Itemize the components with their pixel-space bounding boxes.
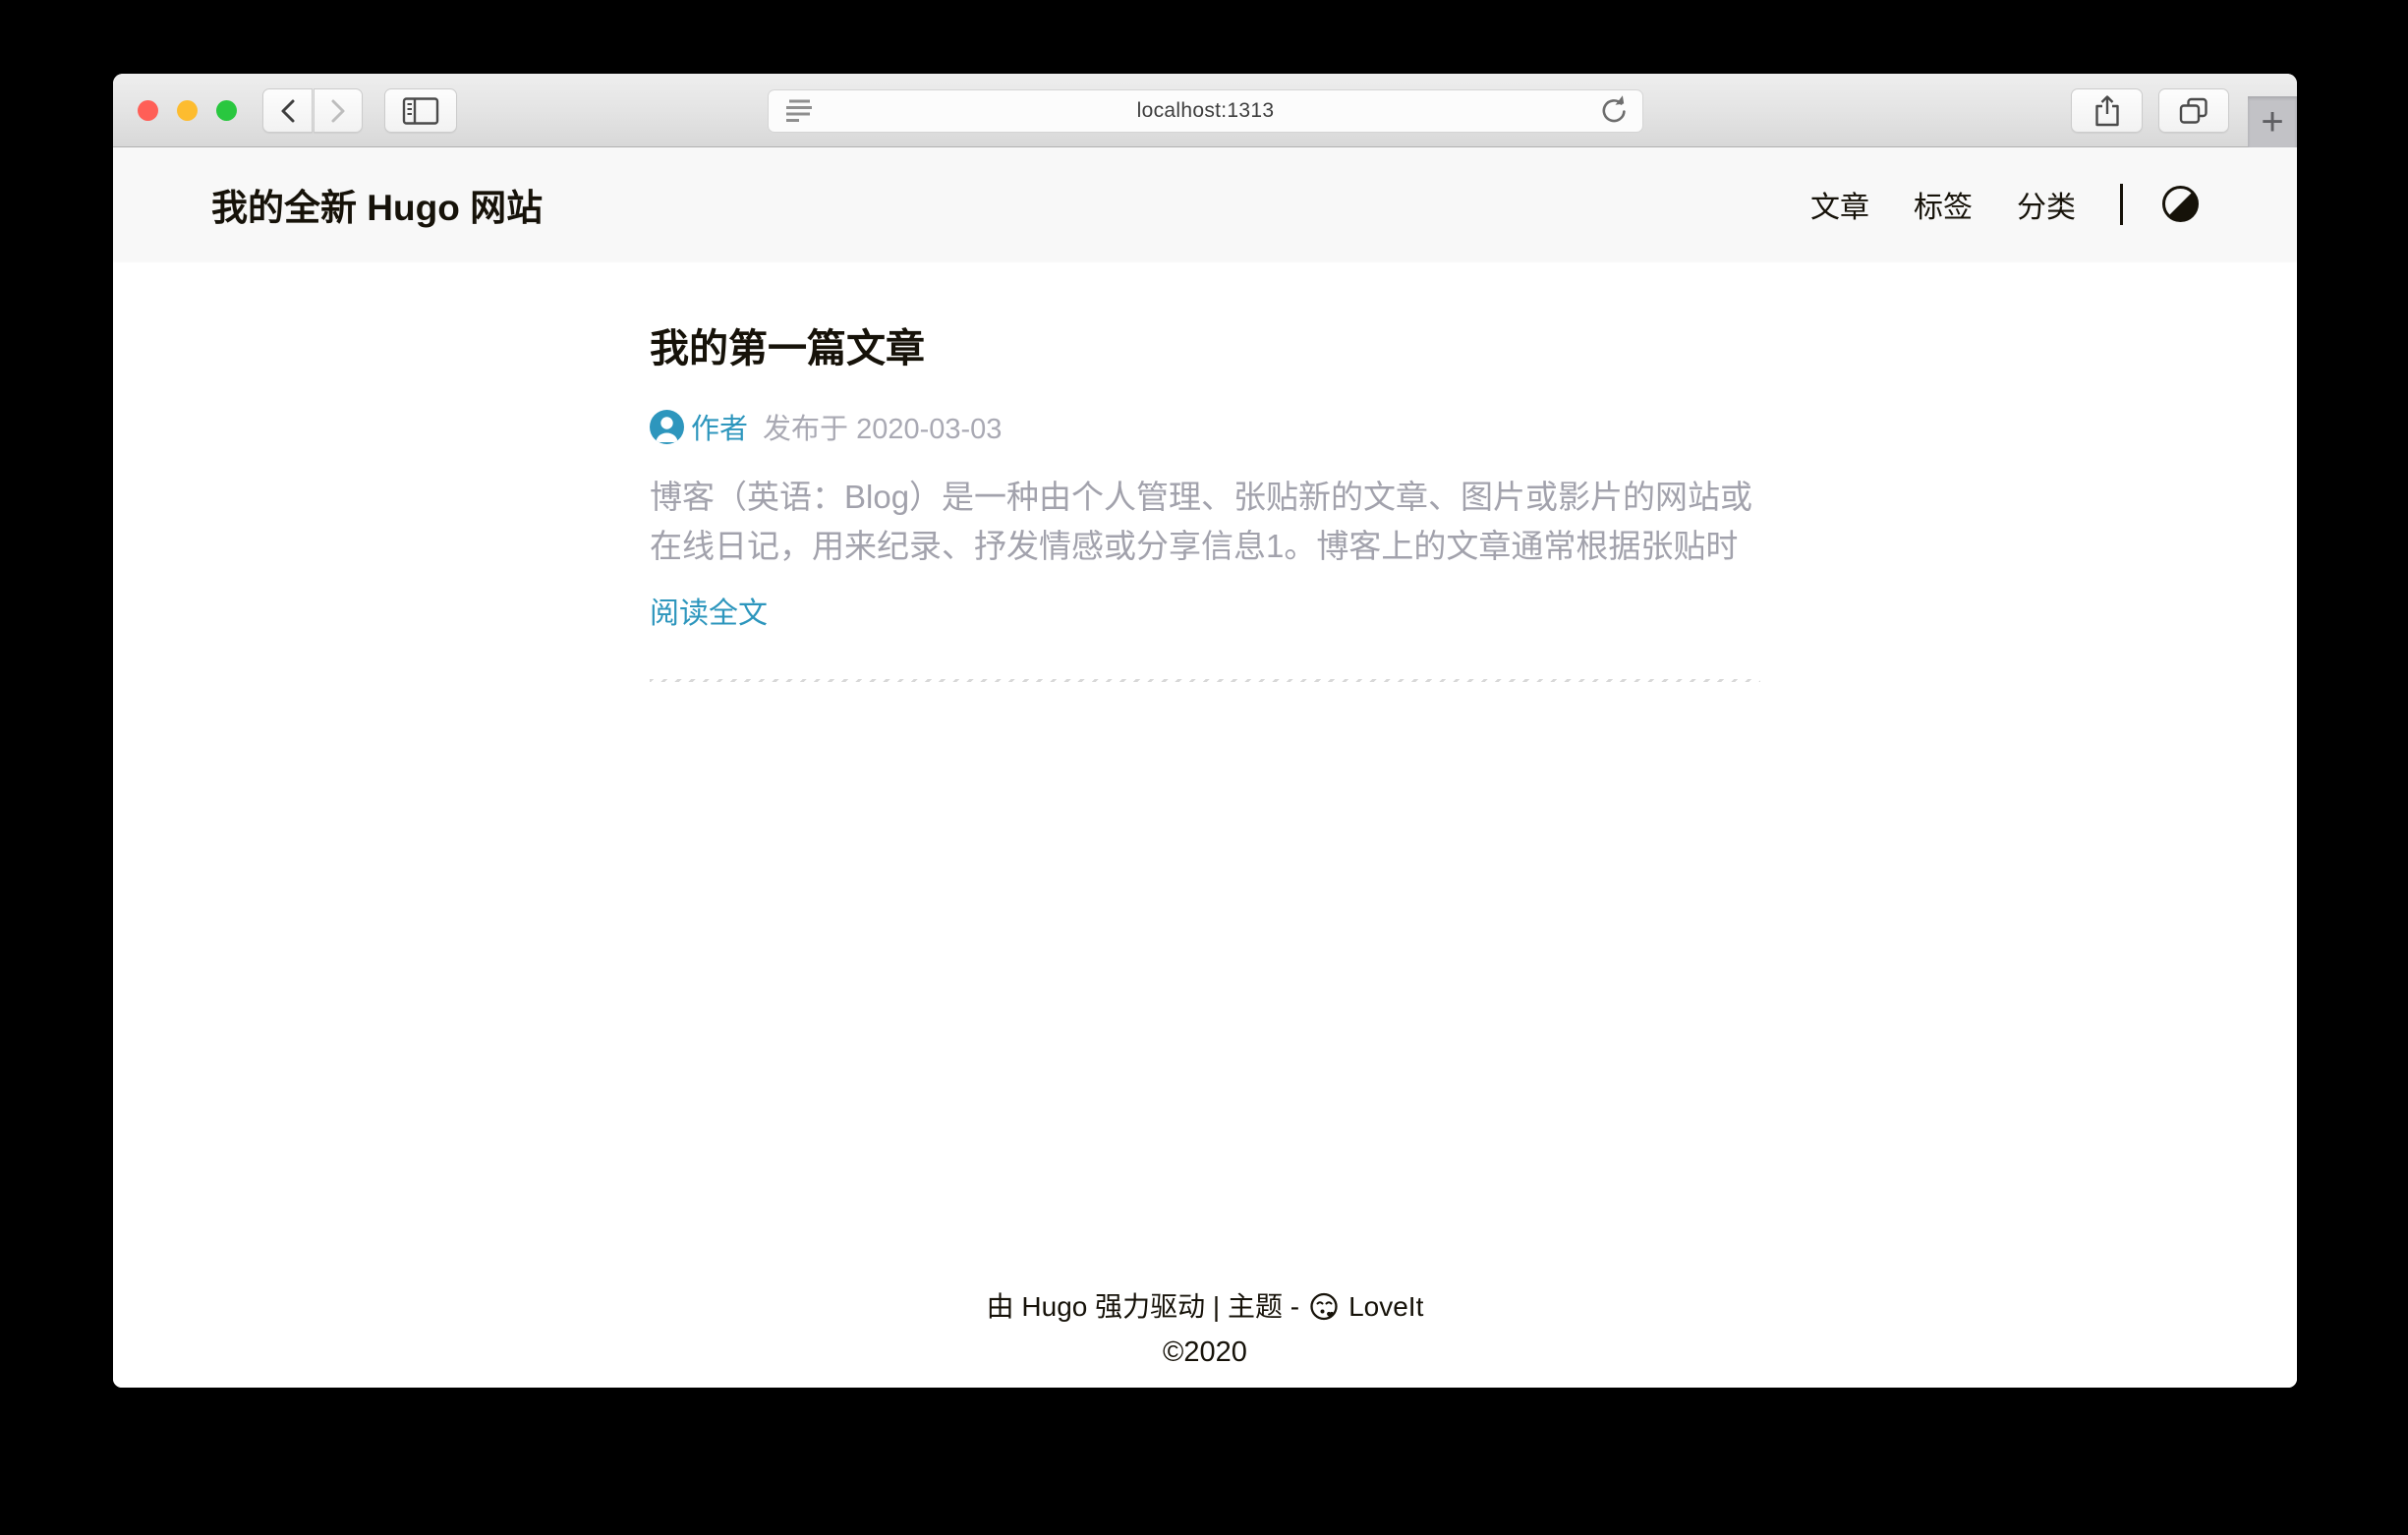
- page-content: 我的第一篇文章 作者 发布于 2020-03-03 博客（英语：Blog）是一种…: [113, 260, 2297, 1388]
- site-nav: 文章 标签 分类: [1810, 183, 2199, 226]
- footer-powered-line: 由 Hugo 强力驱动 | 主题 - LoveIt: [113, 1283, 2297, 1330]
- new-tab-button[interactable]: +: [2248, 96, 2297, 147]
- nav-item-tags[interactable]: 标签: [1914, 183, 1973, 226]
- nav-item-posts[interactable]: 文章: [1810, 183, 1869, 226]
- site-title[interactable]: 我的全新 Hugo 网站: [211, 178, 543, 231]
- author-link[interactable]: 作者: [691, 406, 748, 447]
- tabs-overview-icon: [2178, 96, 2209, 126]
- back-button[interactable]: [262, 88, 313, 133]
- post-title[interactable]: 我的第一篇文章: [650, 316, 1760, 373]
- address-text[interactable]: localhost:1313: [815, 99, 1596, 123]
- footer-copyright: ©2020: [113, 1330, 2297, 1376]
- share-button[interactable]: [2071, 88, 2143, 133]
- browser-toolbar: localhost:1313 +: [113, 74, 2297, 147]
- sidebar-icon: [402, 96, 439, 126]
- footer-powered-text: 由 Hugo 强力驱动 | 主题 -: [987, 1283, 1299, 1330]
- address-bar[interactable]: localhost:1313: [768, 89, 1643, 133]
- nav-item-categories[interactable]: 分类: [2017, 183, 2076, 226]
- share-icon: [2093, 94, 2121, 128]
- browser-window: localhost:1313 + 我的全新 Hugo 网站: [113, 74, 2297, 1388]
- traffic-lights: [138, 74, 237, 146]
- chevron-right-icon: [328, 98, 348, 124]
- post-divider: [650, 679, 1760, 682]
- show-all-tabs-button[interactable]: [2158, 88, 2229, 133]
- read-more-link[interactable]: 阅读全文: [650, 589, 768, 632]
- plus-icon: +: [2261, 102, 2283, 142]
- sidebar-toggle-button[interactable]: [384, 88, 457, 133]
- zoom-window-button[interactable]: [216, 100, 237, 121]
- author-avatar-icon: [650, 410, 684, 444]
- post-meta: 作者 发布于 2020-03-03: [650, 406, 1760, 447]
- site-footer: 由 Hugo 强力驱动 | 主题 - LoveIt ©2020: [113, 1283, 2297, 1388]
- minimize-window-button[interactable]: [177, 100, 198, 121]
- kiss-face-icon: [1308, 1291, 1340, 1323]
- nav-divider: [2120, 184, 2123, 225]
- site-header: 我的全新 Hugo 网站 文章 标签 分类: [113, 147, 2297, 260]
- reader-mode-icon[interactable]: [781, 96, 815, 126]
- forward-button[interactable]: [314, 88, 363, 133]
- post-summary: 博客（英语：Blog）是一种由个人管理、张贴新的文章、图片或影片的网站或在线日记…: [650, 473, 1760, 571]
- post-date: 发布于 2020-03-03: [763, 406, 1002, 447]
- chevron-left-icon: [278, 98, 298, 124]
- theme-toggle-icon[interactable]: [2162, 186, 2199, 222]
- footer-theme-link[interactable]: LoveIt: [1348, 1283, 1423, 1330]
- reload-icon[interactable]: [1596, 94, 1630, 128]
- post-list: 我的第一篇文章 作者 发布于 2020-03-03 博客（英语：Blog）是一种…: [650, 316, 1760, 682]
- close-window-button[interactable]: [138, 100, 158, 121]
